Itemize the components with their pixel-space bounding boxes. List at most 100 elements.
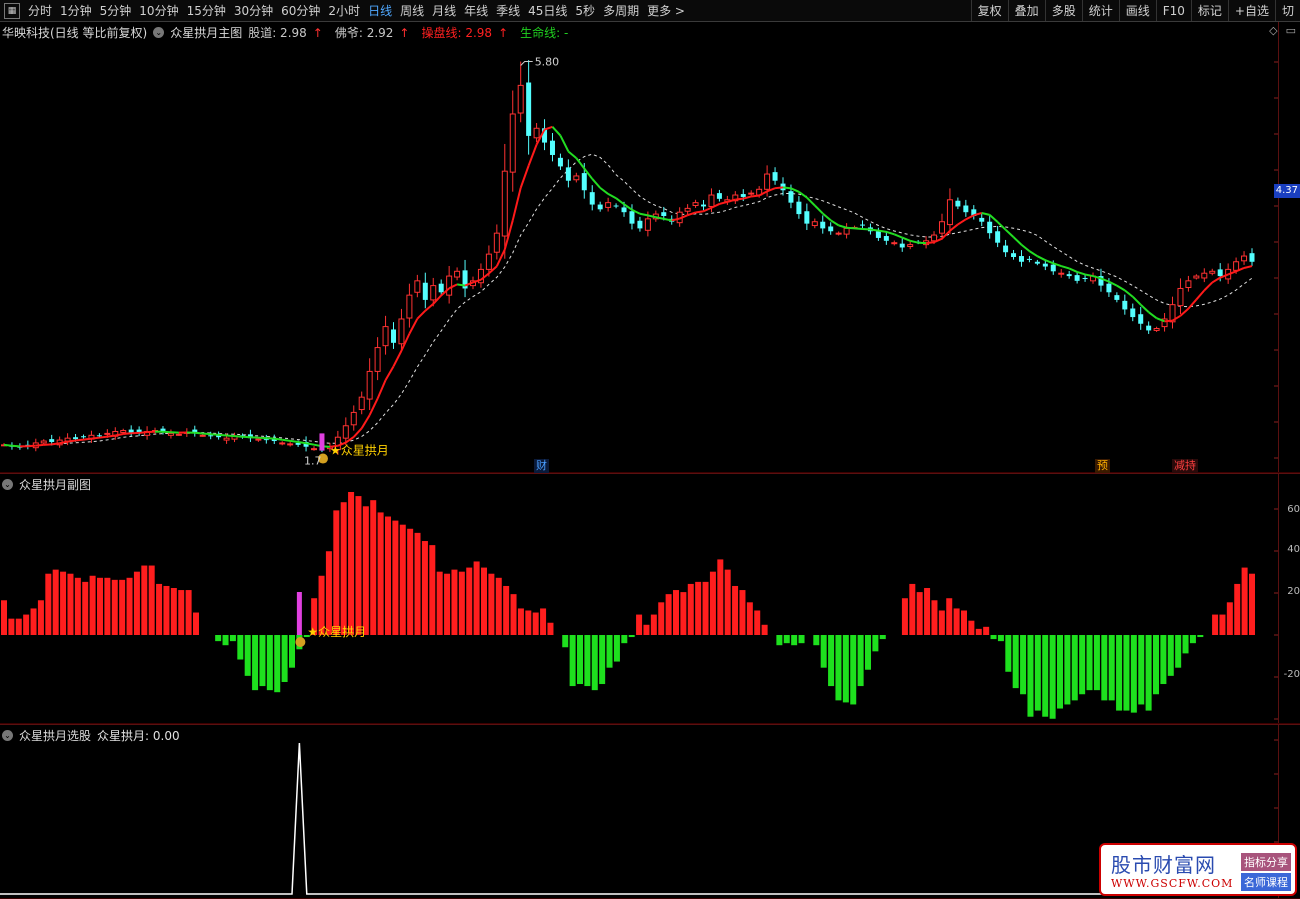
histogram-bar bbox=[961, 610, 967, 635]
operate-line bbox=[814, 204, 824, 215]
period-item[interactable]: 日线 bbox=[364, 0, 396, 21]
period-item[interactable]: 5分钟 bbox=[96, 0, 136, 21]
candle-body bbox=[772, 172, 778, 181]
histogram-bar bbox=[754, 610, 761, 635]
signal-coin-icon bbox=[295, 637, 306, 647]
tool-button[interactable]: 叠加 bbox=[1007, 0, 1045, 21]
operate-line bbox=[234, 435, 243, 438]
candle-body bbox=[557, 157, 563, 167]
histogram-bar bbox=[237, 635, 244, 660]
operate-line bbox=[687, 211, 696, 217]
candlestick-chart[interactable]: ★众星拱月 5.80 1.7 bbox=[0, 22, 1278, 473]
operate-line bbox=[806, 196, 816, 207]
histogram-bar bbox=[702, 581, 709, 635]
histogram-bar bbox=[163, 585, 170, 635]
histogram-chart[interactable]: ★众星拱月 bbox=[0, 474, 1278, 724]
candle-body bbox=[708, 194, 715, 207]
candle-body bbox=[1130, 308, 1136, 318]
histogram-bar bbox=[968, 620, 975, 635]
histogram-bar bbox=[266, 635, 273, 691]
tool-button[interactable]: 统计 bbox=[1081, 0, 1119, 21]
period-item[interactable]: 更多 > bbox=[643, 0, 689, 21]
operate-line bbox=[1084, 273, 1094, 278]
period-item[interactable]: 5秒 bbox=[571, 0, 599, 21]
tool-button[interactable]: 画线 bbox=[1118, 0, 1156, 21]
event-marker-reduce[interactable]: 减持 bbox=[1172, 459, 1198, 473]
histogram-bar bbox=[1182, 635, 1189, 654]
operate-line bbox=[957, 218, 967, 226]
histogram-bar bbox=[1219, 614, 1226, 635]
histogram-bar bbox=[606, 635, 613, 668]
histogram-bar bbox=[1057, 635, 1063, 709]
candle-body bbox=[605, 202, 612, 208]
candle-body bbox=[613, 205, 619, 207]
period-item[interactable]: 30分钟 bbox=[230, 0, 277, 21]
candle-body bbox=[414, 280, 421, 293]
histogram-bar bbox=[709, 571, 716, 635]
period-item[interactable]: 分时 bbox=[24, 0, 56, 21]
event-marker-finance[interactable]: 财 bbox=[534, 459, 549, 473]
period-item[interactable]: 15分钟 bbox=[183, 0, 230, 21]
period-item[interactable]: 年线 bbox=[460, 0, 492, 21]
histogram-bar bbox=[1093, 635, 1100, 691]
candle-body bbox=[1241, 255, 1248, 262]
candle-body bbox=[891, 242, 898, 245]
operate-line bbox=[996, 221, 1007, 231]
period-item[interactable]: 10分钟 bbox=[135, 0, 182, 21]
tool-button[interactable]: +自选 bbox=[1227, 0, 1275, 21]
histogram-bar bbox=[857, 635, 864, 687]
histogram-bar bbox=[170, 588, 177, 635]
candle-body bbox=[1193, 275, 1200, 279]
histogram-bar bbox=[1116, 635, 1123, 711]
operate-line bbox=[1060, 265, 1070, 270]
event-marker-forecast[interactable]: 预 bbox=[1095, 459, 1110, 473]
main-price-axis[interactable] bbox=[1278, 22, 1300, 472]
histogram-bar bbox=[325, 551, 332, 635]
period-item[interactable]: 1分钟 bbox=[56, 0, 96, 21]
candle-body bbox=[350, 411, 357, 426]
histogram-bar bbox=[133, 571, 140, 635]
histogram-bar bbox=[835, 635, 842, 701]
candle-body bbox=[907, 244, 914, 248]
operate-line bbox=[297, 440, 307, 445]
period-item[interactable]: 季线 bbox=[492, 0, 524, 21]
candle-body bbox=[382, 326, 389, 347]
histogram-bar bbox=[813, 635, 820, 646]
grid-icon[interactable]: ▦ bbox=[4, 2, 20, 19]
period-item[interactable]: 45日线 bbox=[524, 0, 571, 21]
histogram-bar bbox=[569, 635, 576, 687]
period-item[interactable]: 周线 bbox=[396, 0, 428, 21]
operate-line bbox=[67, 439, 76, 443]
signal-line-chart[interactable] bbox=[0, 725, 1278, 899]
operate-line bbox=[925, 241, 935, 245]
candle-body bbox=[629, 211, 635, 224]
period-item[interactable]: 60分钟 bbox=[277, 0, 324, 21]
operate-line bbox=[139, 431, 148, 434]
operate-line bbox=[1148, 311, 1158, 319]
period-item[interactable]: 月线 bbox=[428, 0, 460, 21]
period-item[interactable]: 2小时 bbox=[324, 0, 364, 21]
tool-button[interactable]: 多股 bbox=[1044, 0, 1082, 21]
low-label: 1.7 bbox=[304, 454, 322, 467]
operate-line bbox=[202, 432, 211, 436]
period-item[interactable]: 多周期 bbox=[599, 0, 643, 21]
sub-axis-label: 60 bbox=[1287, 504, 1300, 515]
candle-body bbox=[1209, 270, 1216, 274]
histogram-bar bbox=[82, 581, 89, 635]
histogram-bar bbox=[1020, 635, 1027, 695]
histogram-bar bbox=[1005, 635, 1012, 672]
candle-body bbox=[716, 193, 722, 199]
tool-button[interactable]: 标记 bbox=[1190, 0, 1228, 21]
candle-body bbox=[1233, 261, 1240, 271]
histogram-bar bbox=[488, 573, 495, 635]
tool-button[interactable]: 复权 bbox=[970, 0, 1008, 21]
operate-line bbox=[527, 144, 538, 166]
tool-button[interactable]: F10 bbox=[1155, 0, 1191, 21]
histogram-bar bbox=[185, 590, 192, 635]
histogram-bar bbox=[584, 635, 591, 687]
sub-value-axis[interactable]: 60 40 20 -20 bbox=[1278, 474, 1300, 723]
sub-axis-label: 40 bbox=[1287, 544, 1300, 555]
operate-line bbox=[1028, 250, 1038, 258]
candle-body bbox=[931, 234, 938, 242]
tool-button[interactable]: 切 bbox=[1274, 0, 1300, 21]
